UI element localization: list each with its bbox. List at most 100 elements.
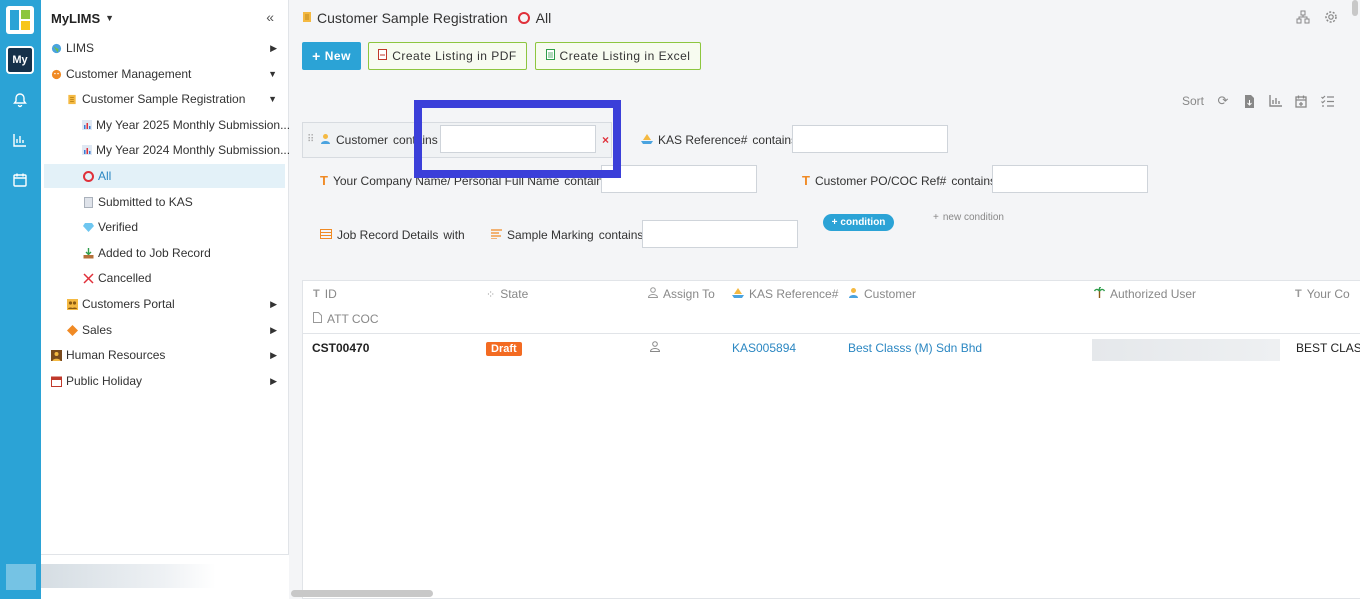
text-field-icon: T: [313, 288, 320, 300]
column-header-your-company[interactable]: T Your Co: [1295, 287, 1350, 301]
sidebar-item-submitted[interactable]: Submitted to KAS: [82, 190, 282, 214]
sidebar-footer: [41, 554, 289, 599]
sidebar-item-customer-sample-registration[interactable]: Customer Sample Registration ▼: [66, 87, 277, 111]
create-pdf-button[interactable]: Create Listing in PDF: [368, 42, 527, 70]
sidebar-item-label: LIMS: [66, 41, 95, 55]
filter-operator[interactable]: contains: [752, 133, 797, 147]
cell-kas-reference[interactable]: KAS005894: [732, 341, 796, 355]
loading-icon: ⁘: [486, 288, 496, 301]
globe-icon: [50, 42, 62, 54]
chart-icon[interactable]: [10, 130, 30, 150]
horizontal-scrollbar[interactable]: [291, 590, 433, 597]
list-icon: [320, 228, 332, 242]
sidebar-item-year-2025[interactable]: My Year 2025 Monthly Submission...: [82, 113, 290, 137]
list-toolbar: Sort ⟳: [1182, 93, 1334, 108]
bell-icon[interactable]: [10, 90, 30, 110]
sidebar-item-public-holiday[interactable]: Public Holiday ▶: [50, 369, 277, 393]
po-ref-filter-input[interactable]: [992, 165, 1148, 193]
cell-id[interactable]: CST00470: [312, 341, 369, 355]
column-header-id[interactable]: T ID: [313, 287, 337, 301]
app-logo-icon[interactable]: [6, 6, 34, 34]
sidebar-item-added-job[interactable]: Added to Job Record: [82, 241, 282, 265]
cell-state: Draft: [486, 341, 522, 356]
user-info[interactable]: [41, 564, 216, 588]
sort-button[interactable]: Sort: [1182, 94, 1204, 108]
customer-icon: [848, 287, 859, 301]
create-excel-button[interactable]: Create Listing in Excel: [535, 42, 701, 70]
sidebar-item-label: Human Resources: [66, 348, 166, 362]
drag-handle-icon[interactable]: ⠿: [307, 134, 314, 145]
kas-reference-filter-input[interactable]: [792, 125, 948, 153]
refresh-icon[interactable]: ⟳: [1216, 93, 1230, 108]
filter-operator[interactable]: contains: [951, 174, 996, 188]
chart-icon[interactable]: [1268, 94, 1282, 108]
scroll-icon: [66, 93, 78, 105]
add-condition-button[interactable]: + condition: [823, 214, 894, 231]
caret-down-icon[interactable]: ▼: [105, 13, 114, 23]
gear-icon[interactable]: [1324, 10, 1338, 27]
breadcrumb: Customer Sample Registration All: [302, 8, 551, 28]
customer-icon: [320, 133, 331, 147]
column-header-kas-reference[interactable]: KAS Reference#: [732, 287, 838, 301]
app-title[interactable]: MyLIMS: [51, 11, 100, 26]
sidebar-item-label: My Year 2025 Monthly Submission...: [96, 118, 291, 132]
team-icon: [50, 349, 62, 361]
filter-po-ref: T Customer PO/COC Ref# contains: [802, 173, 996, 188]
sidebar-item-lims[interactable]: LIMS ▶: [50, 36, 277, 60]
cell-authorized-user: [1092, 339, 1280, 361]
hierarchy-icon[interactable]: [1296, 10, 1310, 27]
sidebar-item-human-resources[interactable]: Human Resources ▶: [50, 343, 277, 367]
calendar-icon: [50, 375, 62, 387]
assign-person-icon[interactable]: [649, 341, 661, 355]
new-button[interactable]: + New: [302, 42, 361, 70]
filter-field: Customer: [336, 133, 389, 147]
sidebar-item-cancelled[interactable]: Cancelled: [82, 266, 282, 290]
text-field-icon: T: [1295, 288, 1302, 300]
sidebar-item-label: Customer Sample Registration: [82, 92, 246, 106]
filter-operator[interactable]: with: [443, 228, 464, 242]
sidebar-item-label: Verified: [98, 220, 139, 234]
diamond-orange-icon: [66, 324, 78, 336]
calendar-add-icon[interactable]: [1294, 94, 1308, 108]
new-condition-link[interactable]: + new condition: [933, 212, 1004, 223]
filter-field: Sample Marking: [507, 228, 594, 242]
sidebar-item-sales[interactable]: Sales ▶: [66, 318, 277, 342]
person-icon: [647, 287, 659, 301]
vertical-scrollbar[interactable]: [1352, 0, 1358, 16]
sidebar: MyLIMS ▼ « LIMS ▶ Customer Management ▼ …: [41, 0, 290, 599]
company-name-filter-input[interactable]: [601, 165, 757, 193]
filter-operator[interactable]: contains: [599, 228, 644, 242]
column-header-customer[interactable]: Customer: [848, 287, 916, 301]
column-header-assign-to[interactable]: Assign To: [647, 287, 715, 301]
sample-marking-filter-input[interactable]: [642, 220, 798, 248]
sidebar-item-year-2024[interactable]: My Year 2024 Monthly Submission...: [82, 138, 290, 162]
sidebar-item-label: Customers Portal: [82, 297, 175, 311]
user-avatar[interactable]: [6, 564, 36, 590]
cell-customer[interactable]: Best Classs (M) Sdn Bhd: [848, 341, 982, 355]
caret-right-icon: ▶: [270, 298, 277, 309]
inbox-icon: [82, 247, 94, 259]
sidebar-item-label: Cancelled: [98, 271, 152, 285]
my-workspace-button[interactable]: My: [6, 46, 34, 74]
pdf-icon: [378, 49, 388, 63]
cell-your-company: BEST CLAS: [1296, 341, 1360, 355]
sidebar-item-customer-management[interactable]: Customer Management ▼: [50, 62, 277, 86]
filter-field: Job Record Details: [337, 228, 439, 242]
sidebar-item-label: Submitted to KAS: [98, 195, 193, 209]
highlight-annotation: [414, 100, 621, 178]
column-header-state[interactable]: ⁘ State: [486, 287, 528, 301]
calendar-icon[interactable]: [10, 170, 30, 190]
sidebar-item-customers-portal[interactable]: Customers Portal ▶: [66, 292, 277, 316]
view-name[interactable]: All: [536, 10, 552, 26]
lines-icon: [491, 228, 502, 242]
people-icon: [66, 298, 78, 310]
collapse-sidebar-icon[interactable]: «: [266, 9, 274, 25]
column-header-authorized-user[interactable]: Authorized User: [1093, 286, 1196, 301]
column-header-att-coc[interactable]: ATT COC: [313, 312, 379, 326]
download-icon[interactable]: [1242, 94, 1256, 108]
filter-job-record: Job Record Details with: [320, 228, 465, 242]
checklist-icon[interactable]: [1320, 94, 1334, 108]
sidebar-item-verified[interactable]: Verified: [82, 215, 282, 239]
sidebar-item-all[interactable]: All: [44, 164, 285, 188]
ring-icon: [82, 170, 94, 182]
